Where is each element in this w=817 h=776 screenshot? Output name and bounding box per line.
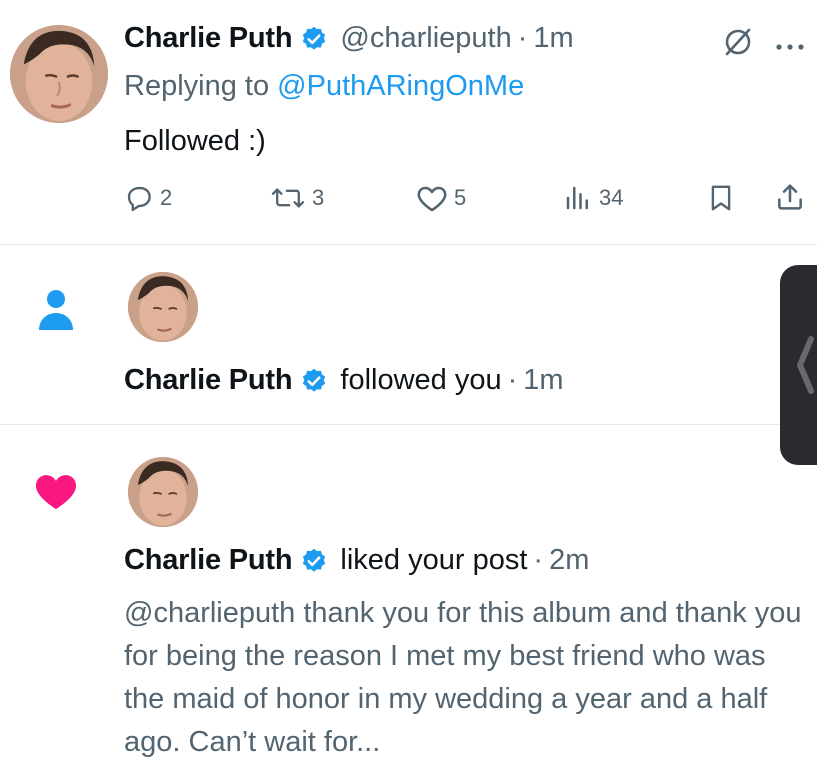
replying-to-handle[interactable]: @PuthARingOnMe [277, 70, 524, 102]
avatar[interactable] [10, 25, 108, 123]
reply-button[interactable]: 2 [124, 183, 172, 213]
author-name[interactable]: Charlie Puth [124, 544, 293, 577]
verified-badge-icon [300, 367, 328, 395]
action-text: followed you [340, 364, 502, 396]
views-count: 34 [599, 185, 624, 210]
share-icon[interactable] [774, 181, 806, 218]
timestamp: 2m [549, 544, 590, 576]
heart-icon [33, 469, 79, 516]
more-icon[interactable] [775, 38, 805, 56]
side-drawer-handle[interactable] [780, 265, 817, 465]
retweet-count: 3 [312, 185, 325, 210]
reply-icon [124, 183, 154, 213]
action-text: liked your post [340, 544, 528, 576]
divider [0, 244, 817, 245]
chevron-left-icon [794, 335, 816, 400]
reply-header: Charlie Puth @charlieputh · 1m [124, 22, 574, 55]
person-icon [36, 288, 76, 337]
author-handle[interactable]: @charlieputh [340, 22, 511, 55]
bookmark-icon[interactable] [706, 183, 736, 218]
author-name[interactable]: Charlie Puth [124, 364, 293, 397]
author-name[interactable]: Charlie Puth [124, 22, 293, 55]
reply-body: Followed :) [124, 125, 266, 157]
like-count: 5 [454, 185, 467, 210]
timestamp: 1m [523, 364, 564, 396]
avatar[interactable] [128, 457, 198, 527]
views-icon [563, 183, 593, 213]
separator: · [507, 364, 518, 396]
liked-post-text[interactable]: @charlieputh thank you for this album an… [124, 592, 804, 764]
retweet-button[interactable]: 3 [270, 183, 324, 213]
verified-badge-icon [300, 25, 328, 53]
divider [0, 424, 817, 425]
timestamp[interactable]: 1m [533, 22, 573, 55]
follow-notification-line: Charlie Puth followed you · 1m [124, 364, 564, 397]
like-notification-line: Charlie Puth liked your post · 2m [124, 544, 589, 577]
avatar[interactable] [128, 272, 198, 342]
like-icon [416, 183, 448, 213]
grok-icon[interactable] [722, 26, 754, 63]
views-button[interactable]: 34 [563, 183, 623, 213]
like-button[interactable]: 5 [416, 183, 466, 213]
reply-count: 2 [160, 185, 173, 210]
verified-badge-icon [300, 547, 328, 575]
retweet-icon [270, 183, 306, 213]
separator: · [517, 22, 528, 54]
replying-prefix: Replying to [124, 70, 270, 102]
separator: · [533, 544, 544, 576]
replying-to-line: Replying to @PuthARingOnMe [124, 70, 524, 103]
